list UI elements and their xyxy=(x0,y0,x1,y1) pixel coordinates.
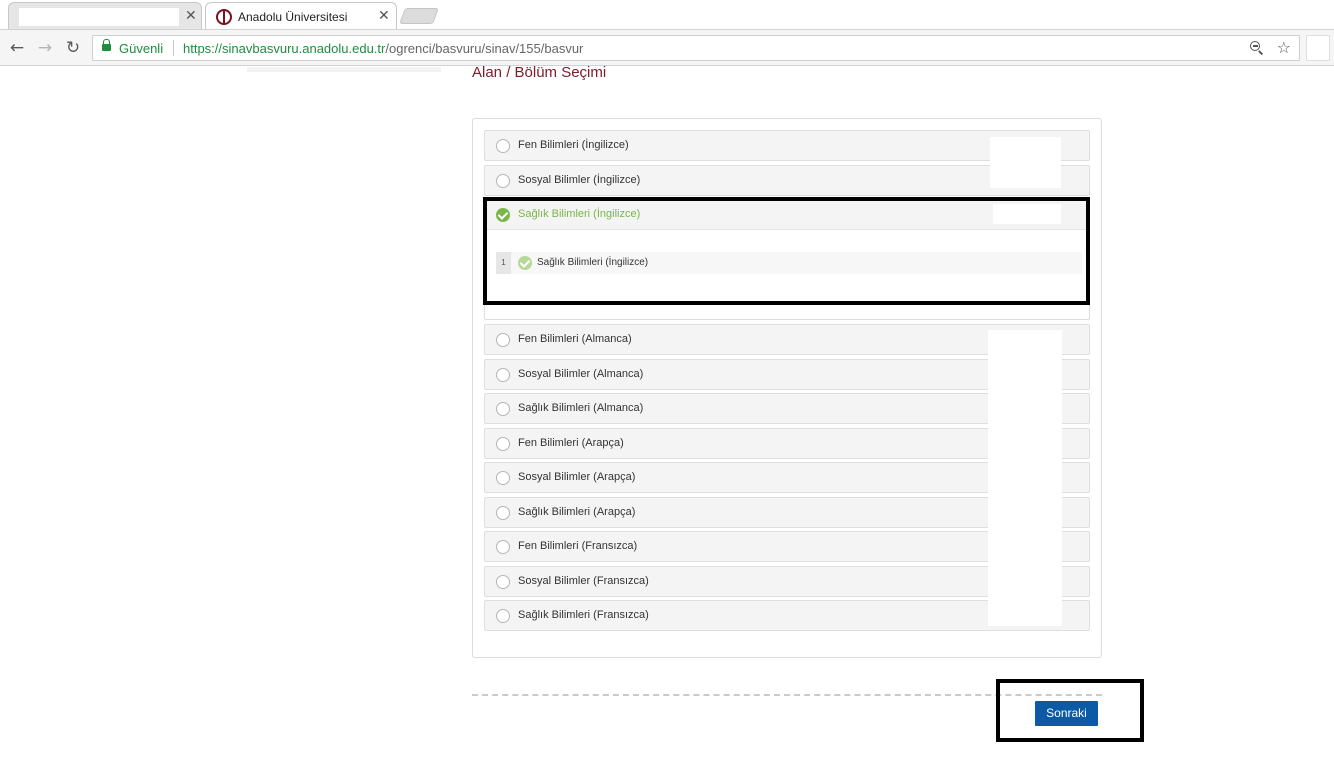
section-divider xyxy=(472,694,1102,696)
redaction-patch xyxy=(988,330,1062,626)
next-button[interactable]: Sonraki xyxy=(1035,701,1098,726)
tab-title: Anadolu Üniversitesi xyxy=(238,10,348,24)
option-label: Sosyal Bilimler (Fransızca) xyxy=(518,575,649,587)
lock-icon xyxy=(102,39,111,51)
browser-tab-blank[interactable]: ✕ xyxy=(8,2,202,30)
radio-button[interactable] xyxy=(496,575,510,589)
option-label: Fen Bilimleri (İngilizce) xyxy=(518,139,629,151)
address-bar[interactable]: Güvenli https://sinavbasvuru.anadolu.edu… xyxy=(92,35,1300,61)
option-label: Sağlık Bilimleri (Fransızca) xyxy=(518,609,649,621)
option-label: Sosyal Bilimler (Almanca) xyxy=(518,368,644,380)
selected-option-label: Sağlık Bilimleri (İngilizce) xyxy=(518,208,641,220)
secure-label: Güvenli xyxy=(119,41,164,56)
forward-arrow-icon[interactable]: → xyxy=(35,38,55,58)
option-label: Fen Bilimleri (Fransızca) xyxy=(518,540,638,552)
radio-button[interactable] xyxy=(496,368,510,382)
tab-close-icon[interactable]: ✕ xyxy=(185,9,197,23)
tab-title-redacted xyxy=(19,8,179,26)
new-tab-button[interactable] xyxy=(399,8,439,24)
sub-selection-index: 1 xyxy=(496,252,511,274)
radio-button[interactable] xyxy=(496,174,510,188)
browser-tab-anadolu[interactable]: Anadolu Üniversitesi ✕ xyxy=(205,2,397,30)
tab-close-icon[interactable]: ✕ xyxy=(378,9,390,23)
url-text[interactable]: https://sinavbasvuru.anadolu.edu.tr/ogre… xyxy=(183,41,583,56)
omnibox-separator xyxy=(173,40,174,56)
left-sidebar-edge xyxy=(247,67,441,72)
checkmark-icon xyxy=(518,256,532,270)
anadolu-favicon-icon xyxy=(216,9,232,25)
zoom-minus-mark xyxy=(1253,45,1258,47)
sub-selection-label: Sağlık Bilimleri (İngilizce) xyxy=(537,257,649,268)
option-label: Fen Bilimleri (Almanca) xyxy=(518,333,632,345)
back-arrow-icon[interactable]: ← xyxy=(7,38,27,58)
radio-button[interactable] xyxy=(496,471,510,485)
option-label: Sosyal Bilimler (İngilizce) xyxy=(518,174,641,186)
zoom-out-icon[interactable] xyxy=(1249,40,1265,56)
radio-button[interactable] xyxy=(496,540,510,554)
url-scheme: https:// xyxy=(183,41,223,56)
redaction-patch xyxy=(993,204,1061,224)
sub-selection-row[interactable]: 1 Sağlık Bilimleri (İngilizce) xyxy=(496,252,1082,274)
bookmark-star-icon[interactable]: ☆ xyxy=(1277,38,1291,57)
redaction-patch xyxy=(990,137,1061,188)
browser-toolbar: ← → ↻ Güvenli https://sinavbasvuru.anado… xyxy=(0,29,1334,66)
browser-menu-button[interactable] xyxy=(1306,35,1330,61)
tab-strip: ✕ Anadolu Üniversitesi ✕ xyxy=(0,0,1334,30)
page-title: Alan / Bölüm Seçimi xyxy=(472,64,607,81)
radio-button[interactable] xyxy=(496,506,510,520)
option-label: Sağlık Bilimleri (Almanca) xyxy=(518,402,644,414)
radio-button[interactable] xyxy=(496,333,510,347)
radio-button[interactable] xyxy=(496,609,510,623)
option-label: Sosyal Bilimler (Arapça) xyxy=(518,471,636,483)
radio-button[interactable] xyxy=(496,437,510,451)
url-host: sinavbasvuru.anadolu.edu.tr xyxy=(222,41,386,56)
option-label: Fen Bilimleri (Arapça) xyxy=(518,437,624,449)
reload-icon[interactable]: ↻ xyxy=(63,38,83,58)
checkmark-icon xyxy=(496,208,510,222)
radio-button[interactable] xyxy=(496,139,510,153)
radio-button[interactable] xyxy=(496,402,510,416)
url-path: /ogrenci/basvuru/sinav/155/basvur xyxy=(385,41,584,56)
option-label: Sağlık Bilimleri (Arapça) xyxy=(518,506,636,518)
